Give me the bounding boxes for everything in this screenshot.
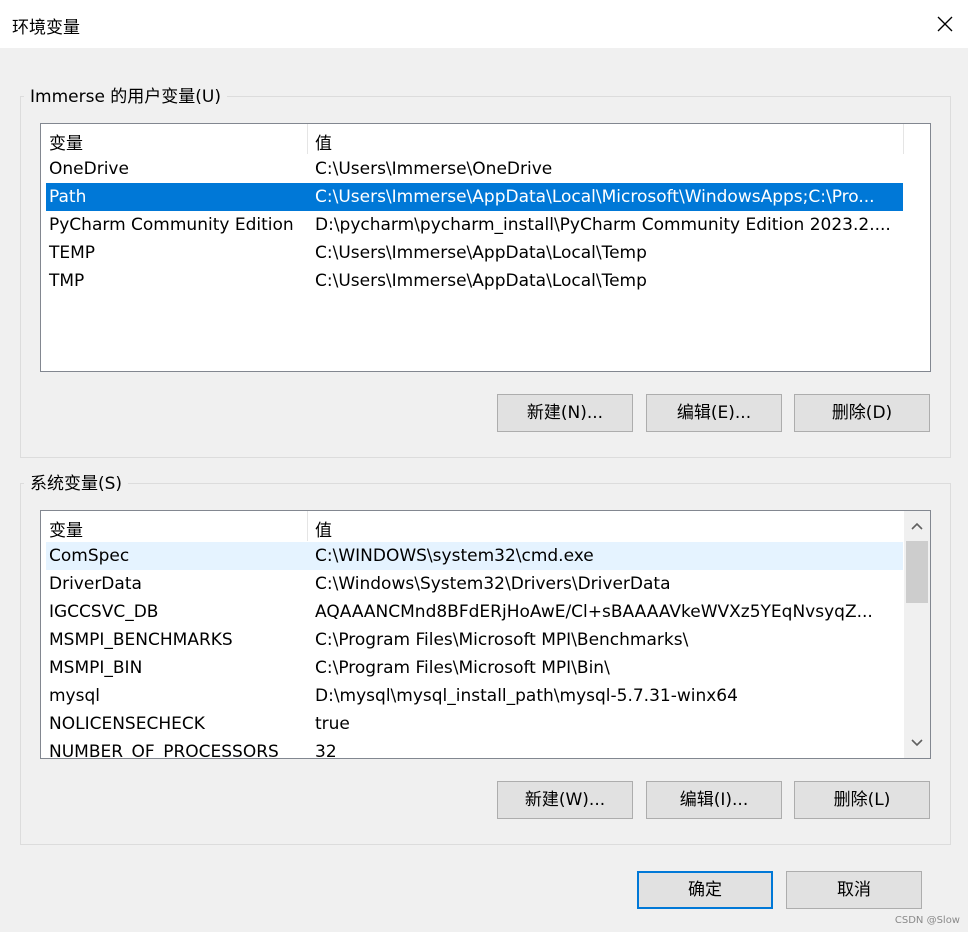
chevron-down-icon [911,739,923,747]
system-edit-button[interactable]: 编辑(I)... [646,781,782,819]
system-delete-button[interactable]: 删除(L) [794,781,930,819]
user-var-row-path[interactable]: Path C:\Users\Immerse\AppData\Local\Micr… [46,183,903,211]
scroll-down-button[interactable] [904,730,930,756]
column-header-value[interactable]: 值 [315,129,332,154]
window-title: 环境变量 [12,18,80,38]
system-var-row-number-of-processors[interactable]: NUMBER_OF_PROCESSORS 32 [46,738,903,758]
column-header-variable[interactable]: 变量 [49,516,83,541]
close-button[interactable] [922,0,968,48]
system-vars-scrollbar[interactable] [904,511,930,758]
ok-button[interactable]: 确定 [637,871,773,909]
user-var-row-tmp[interactable]: TMP C:\Users\Immerse\AppData\Local\Temp [46,267,903,295]
user-vars-list[interactable]: 变量 值 OneDrive C:\Users\Immerse\OneDrive … [40,123,931,372]
column-divider[interactable] [307,124,308,154]
watermark: CSDN @Slow [894,915,960,926]
chevron-up-icon [911,522,923,530]
system-var-row-msmpi-benchmarks[interactable]: MSMPI_BENCHMARKS C:\Program Files\Micros… [46,626,903,654]
system-var-row-msmpi-bin[interactable]: MSMPI_BIN C:\Program Files\Microsoft MPI… [46,654,903,682]
system-var-row-nolicensecheck[interactable]: NOLICENSECHECK true [46,710,903,738]
user-new-button[interactable]: 新建(N)... [497,394,633,432]
user-vars-header: 变量 值 [41,124,930,154]
system-var-row-igccsvc-db[interactable]: IGCCSVC_DB AQAAANCMnd8BFdERjHoAwE/Cl+sBA… [46,598,903,626]
user-delete-button[interactable]: 删除(D) [794,394,930,432]
user-edit-button[interactable]: 编辑(E)... [646,394,782,432]
user-var-row-onedrive[interactable]: OneDrive C:\Users\Immerse\OneDrive [46,155,903,183]
user-vars-group-label: Immerse 的用户变量(U) [24,87,228,107]
cancel-button[interactable]: 取消 [786,871,922,909]
title-bar: 环境变量 [0,0,968,48]
user-var-row-temp[interactable]: TEMP C:\Users\Immerse\AppData\Local\Temp [46,239,903,267]
system-vars-list[interactable]: 变量 值 ComSpec C:\WINDOWS\system32\cmd.exe… [40,510,931,759]
scroll-thumb[interactable] [906,541,928,603]
column-divider[interactable] [307,511,308,541]
user-var-row-pycharm[interactable]: PyCharm Community Edition D:\pycharm\pyc… [46,211,903,239]
column-header-value[interactable]: 值 [315,516,332,541]
system-vars-group-label: 系统变量(S) [24,474,129,494]
system-var-row-comspec[interactable]: ComSpec C:\WINDOWS\system32\cmd.exe [46,542,903,570]
system-vars-header: 变量 值 [41,511,930,541]
column-divider[interactable] [903,124,904,154]
system-new-button[interactable]: 新建(W)... [497,781,633,819]
system-var-row-driverdata[interactable]: DriverData C:\Windows\System32\Drivers\D… [46,570,903,598]
close-icon [937,16,953,32]
column-header-variable[interactable]: 变量 [49,129,83,154]
system-var-row-mysql[interactable]: mysql D:\mysql\mysql_install_path\mysql-… [46,682,903,710]
scroll-up-button[interactable] [904,513,930,539]
